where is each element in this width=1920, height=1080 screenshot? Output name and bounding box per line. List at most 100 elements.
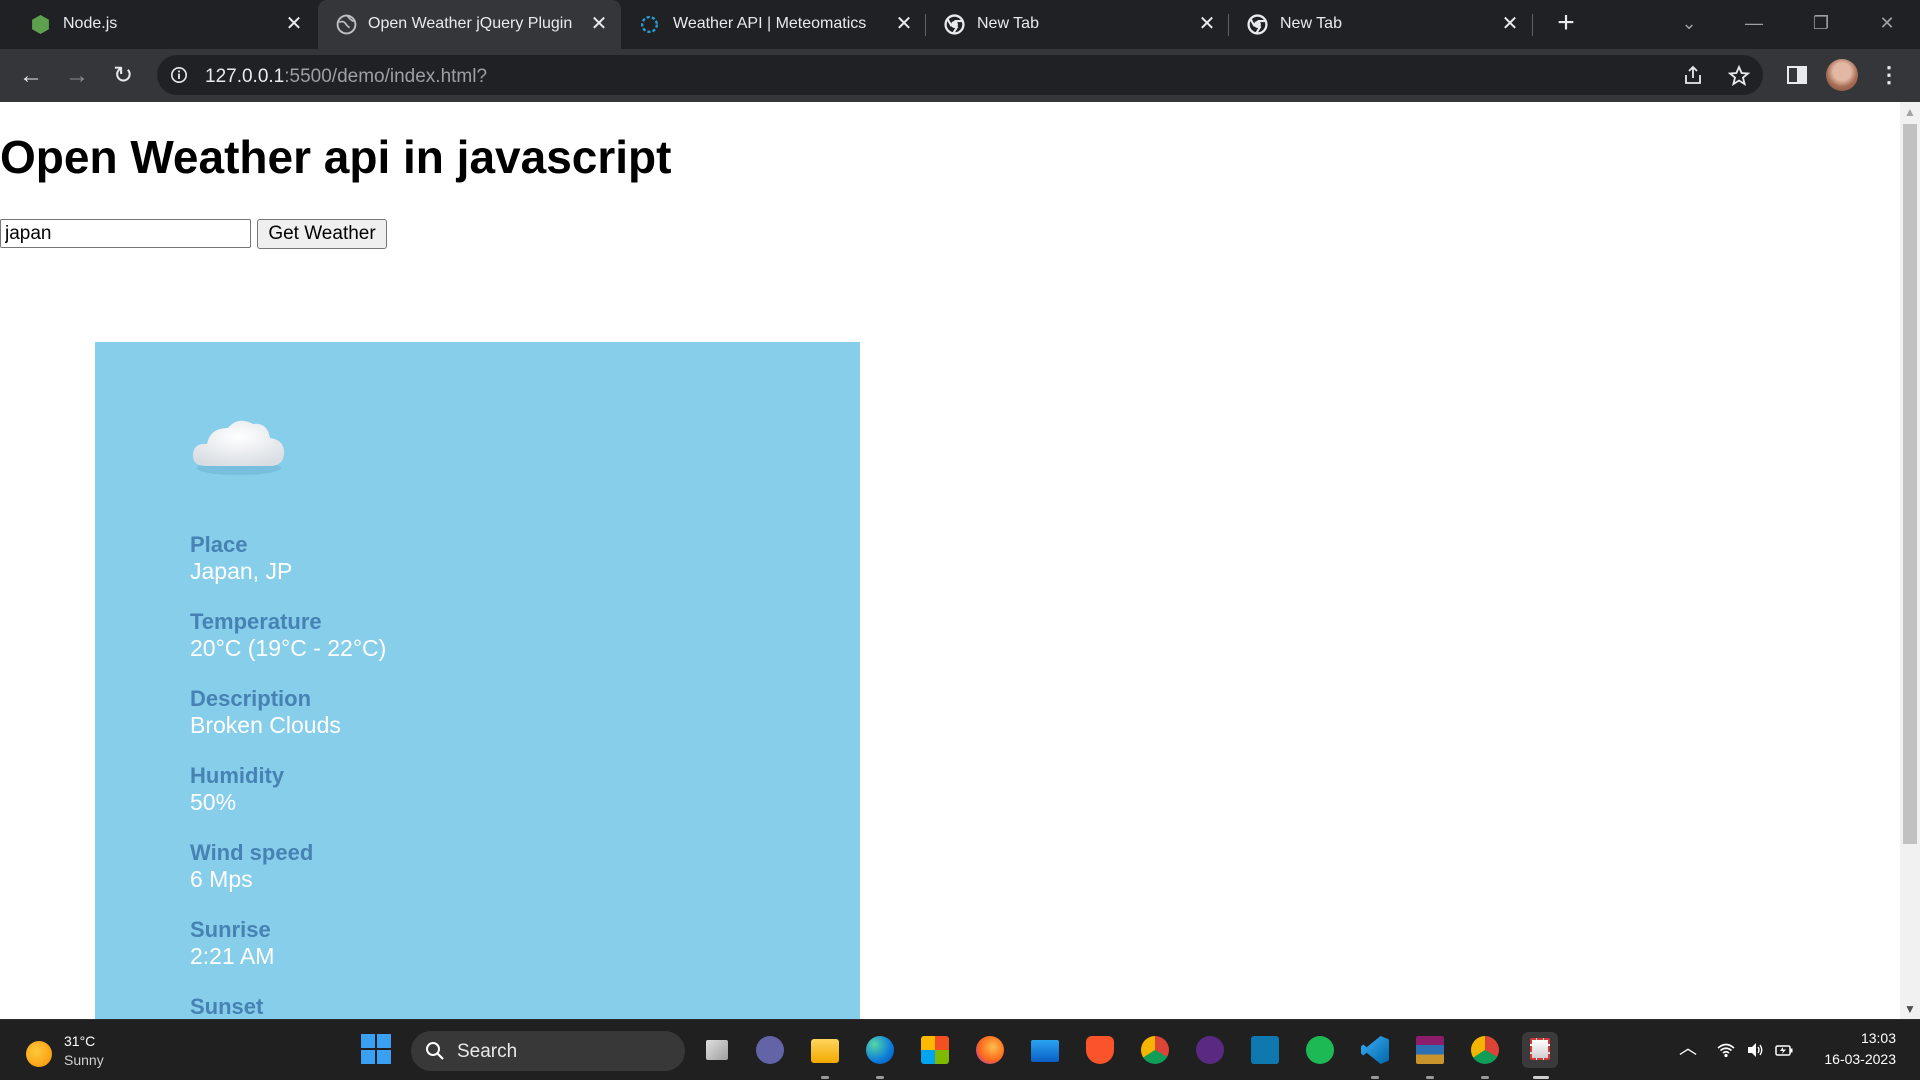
url-path: :5500/demo/index.html?	[284, 66, 488, 87]
sun-icon	[26, 1041, 52, 1067]
chrome-icon	[944, 14, 965, 35]
widget-condition: Sunny	[64, 1052, 104, 1068]
tab-new-tab[interactable]: New Tab ✕	[928, 0, 1231, 49]
tab-strip: Node.js ✕ Open Weather jQuery Plugin ✕ W…	[0, 0, 1920, 49]
tab-open-weather[interactable]: Open Weather jQuery Plugin ✕	[318, 0, 621, 49]
field-value: 2:21 AM	[190, 943, 275, 969]
windows-taskbar: 31°C Sunny Search ︿ 13:03 16-03-2023	[0, 1019, 1920, 1080]
back-arrow-icon[interactable]: ←	[16, 61, 46, 91]
snipping-tool-icon[interactable]	[1522, 1032, 1558, 1068]
field-value: 6 Mps	[190, 866, 253, 892]
tab-separator	[1228, 14, 1229, 36]
edge-icon[interactable]	[862, 1032, 898, 1068]
weather-field-humidity: Humidity 50%	[190, 762, 284, 816]
weather-card: Place Japan, JP Temperature 20°C (19°C -…	[95, 342, 860, 1019]
task-view-icon[interactable]	[698, 1032, 734, 1068]
close-icon[interactable]: ✕	[283, 13, 305, 35]
start-tile	[377, 1050, 391, 1064]
spotify-icon[interactable]	[1302, 1032, 1338, 1068]
field-label: Temperature	[190, 609, 322, 634]
tab-new-tab[interactable]: New Tab ✕	[1231, 0, 1534, 49]
weather-field-description: Description Broken Clouds	[190, 685, 341, 739]
close-icon[interactable]: ✕	[588, 13, 610, 35]
url-host: 127.0.0.1	[205, 66, 285, 87]
clock-date[interactable]: 16-03-2023	[1806, 1051, 1896, 1067]
volume-icon[interactable]	[1745, 1040, 1765, 1060]
start-button[interactable]	[361, 1034, 393, 1066]
info-icon[interactable]	[170, 66, 188, 84]
globe-icon	[336, 14, 357, 35]
weather-field-temperature: Temperature 20°C (19°C - 22°C)	[190, 608, 386, 662]
chevron-up-icon[interactable]: ︿	[1678, 1038, 1698, 1058]
field-label: Humidity	[190, 763, 285, 788]
podcast-icon[interactable]	[1192, 1032, 1228, 1068]
nodejs-icon	[32, 15, 49, 34]
start-tile	[361, 1050, 375, 1064]
search-icon	[426, 1042, 444, 1060]
city-input[interactable]	[0, 219, 251, 248]
close-icon[interactable]: ✕	[893, 13, 915, 35]
tab-title: New Tab	[977, 15, 1039, 32]
field-label: Sunrise	[190, 917, 271, 942]
mail-icon[interactable]	[1027, 1032, 1063, 1068]
microsoft-store-icon[interactable]	[917, 1032, 953, 1068]
field-value: 20°C (19°C - 22°C)	[190, 635, 387, 661]
chrome-icon[interactable]	[1137, 1032, 1173, 1068]
forward-arrow-icon[interactable]: →	[62, 61, 92, 91]
field-label: Wind speed	[190, 840, 314, 865]
window-close-icon[interactable]: ✕	[1873, 10, 1901, 38]
tab-separator	[925, 14, 926, 36]
clock-time[interactable]: 13:03	[1836, 1030, 1896, 1046]
field-label: Place	[190, 532, 248, 557]
browser-toolbar: ← → ↻ 127.0.0.1:5500/demo/index.html? ⋮	[0, 49, 1920, 102]
wifi-icon[interactable]	[1716, 1040, 1736, 1060]
battery-icon[interactable]	[1774, 1040, 1794, 1060]
firefox-icon[interactable]	[972, 1032, 1008, 1068]
new-tab-button[interactable]: +	[1552, 8, 1580, 38]
weather-field-sunset: Sunset	[190, 993, 263, 1019]
tab-title: Open Weather jQuery Plugin	[368, 15, 573, 32]
scroll-thumb[interactable]	[1903, 124, 1917, 844]
tab-search-icon[interactable]: ⌄	[1675, 10, 1703, 38]
tab-nodejs[interactable]: Node.js ✕	[0, 0, 316, 49]
teams-chat-icon[interactable]	[752, 1032, 788, 1068]
star-icon[interactable]	[1727, 64, 1751, 88]
address-bar[interactable]: 127.0.0.1:5500/demo/index.html?	[157, 55, 1763, 95]
running-indicator	[1533, 1076, 1549, 1079]
minimize-icon[interactable]: —	[1740, 10, 1768, 38]
taskbar-search[interactable]: Search	[411, 1031, 685, 1071]
running-indicator	[876, 1076, 884, 1079]
restore-icon[interactable]: ❐	[1807, 10, 1835, 38]
share-icon[interactable]	[1681, 64, 1705, 88]
vscode-icon[interactable]	[1357, 1032, 1393, 1068]
chrome-profile-icon[interactable]	[1467, 1032, 1503, 1068]
reload-icon[interactable]: ↻	[108, 61, 138, 91]
page-viewport: Open Weather api in javascript Get Weath…	[0, 102, 1900, 1019]
page-title: Open Weather api in javascript	[0, 131, 672, 183]
search-label: Search	[457, 1041, 518, 1062]
avatar[interactable]	[1826, 59, 1858, 91]
prime-video-icon[interactable]	[1247, 1032, 1283, 1068]
close-icon[interactable]: ✕	[1196, 13, 1218, 35]
field-value: Japan, JP	[190, 558, 293, 584]
brave-icon[interactable]	[1082, 1032, 1118, 1068]
close-icon[interactable]: ✕	[1499, 13, 1521, 35]
page-scrollbar[interactable]: ▲ ▼	[1900, 102, 1920, 1019]
scroll-up-arrow-icon[interactable]: ▲	[1900, 102, 1920, 122]
get-weather-button[interactable]: Get Weather	[257, 219, 387, 249]
menu-kebab-icon[interactable]: ⋮	[1878, 61, 1900, 89]
tab-separator	[1532, 14, 1533, 36]
side-panel-icon[interactable]	[1785, 63, 1809, 87]
scroll-down-arrow-icon[interactable]: ▼	[1900, 999, 1920, 1019]
weather-field-wind-speed: Wind speed 6 Mps	[190, 839, 313, 893]
tab-meteomatics[interactable]: Weather API | Meteomatics ✕	[623, 0, 928, 49]
field-value: Broken Clouds	[190, 712, 341, 738]
widget-temperature: 31°C	[64, 1033, 96, 1049]
running-indicator	[1371, 1076, 1379, 1079]
weather-widget[interactable]: 31°C Sunny	[26, 1033, 166, 1069]
file-explorer-icon[interactable]	[807, 1032, 843, 1068]
running-indicator	[1426, 1076, 1434, 1079]
field-value: 50%	[190, 789, 237, 815]
cloud-icon	[192, 420, 285, 475]
winrar-icon[interactable]	[1412, 1032, 1448, 1068]
